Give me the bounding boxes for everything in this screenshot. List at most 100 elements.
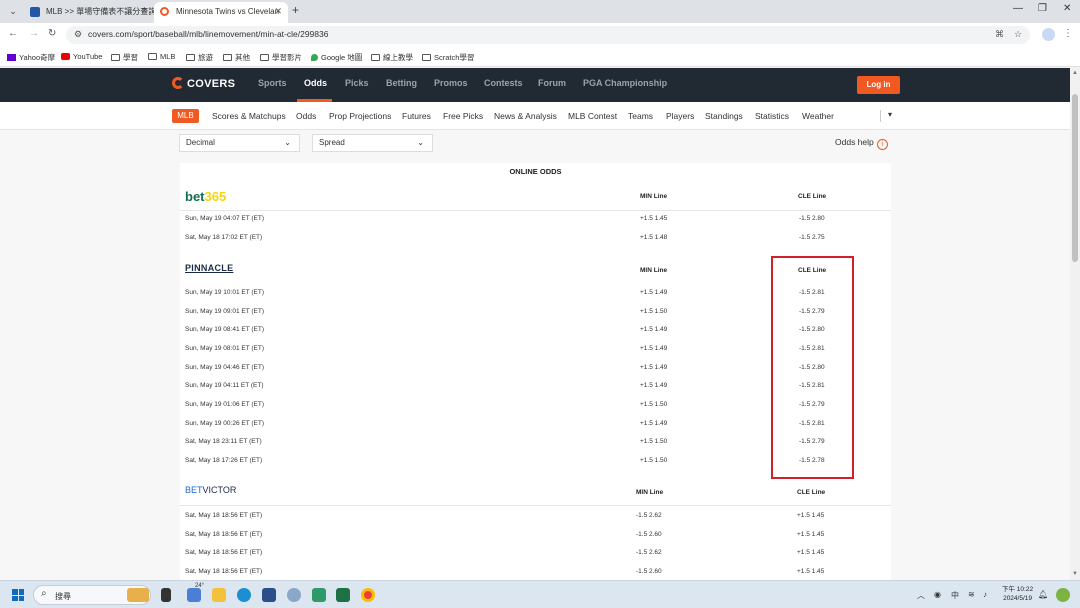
bookmark-folder[interactable]: 學習影片	[260, 52, 302, 63]
bookmark-label: 學習	[123, 53, 138, 62]
new-tab-icon[interactable]: +	[292, 3, 299, 17]
notification-bell-icon[interactable]: 🔔︎	[1038, 590, 1048, 599]
search-highlight-icon[interactable]	[127, 588, 149, 602]
pinnacle-logo[interactable]: PINNACLE	[185, 263, 233, 273]
edge-icon[interactable]	[237, 588, 251, 602]
nav-sports[interactable]: Sports	[258, 78, 287, 88]
copilot-icon[interactable]	[1056, 588, 1070, 602]
subnav-weather[interactable]: Weather	[802, 111, 834, 121]
betvictor-logo[interactable]: BETVICTOR	[185, 485, 236, 495]
subnav-scores-matchups[interactable]: Scores & Matchups	[212, 111, 286, 121]
page-scrollbar[interactable]: ▲ ▼	[1070, 68, 1080, 580]
tab-mlb[interactable]: MLB >> 單場守備表不讓分查詢 ✕	[24, 2, 154, 23]
volume-icon[interactable]: ♪	[983, 590, 987, 599]
file-explorer-icon[interactable]	[212, 588, 226, 602]
bookmark-folder[interactable]: 其他	[223, 52, 250, 63]
subnav-free-picks[interactable]: Free Picks	[443, 111, 483, 121]
min-line-value: -1.5 2.62	[636, 549, 662, 556]
url-text[interactable]: covers.com/sport/baseball/mlb/linemoveme…	[88, 29, 328, 39]
tab-covers[interactable]: Minnesota Twins vs Clevelan ✕	[154, 2, 288, 23]
subnav-odds[interactable]: Odds	[296, 111, 316, 121]
map-pin-icon	[311, 54, 318, 61]
covers-logo[interactable]: COVERS	[172, 77, 235, 90]
minimize-icon[interactable]: —	[1013, 3, 1023, 14]
min-line-value: +1.5 1.49	[640, 345, 668, 352]
scroll-up-icon[interactable]: ▲	[1072, 70, 1078, 76]
app-icon[interactable]	[312, 588, 326, 602]
subnav-mlb[interactable]: MLB	[172, 109, 199, 123]
bookmark-folder[interactable]: 旅遊	[186, 52, 213, 63]
bookmark-folder[interactable]: 線上教學	[371, 52, 413, 63]
profile-avatar[interactable]	[1042, 28, 1055, 41]
windows-start-icon[interactable]	[12, 589, 24, 601]
system-clock[interactable]: 下午 10:22 2024/5/19	[1002, 585, 1033, 603]
bookmark-folder[interactable]: 學習	[111, 52, 138, 63]
market-select[interactable]: Spread ⌄	[312, 134, 433, 152]
translate-icon[interactable]: ⌘	[995, 29, 1004, 40]
bookmark-star-icon[interactable]: ☆	[1014, 29, 1022, 40]
subnav-teams[interactable]: Teams	[628, 111, 653, 121]
ime-indicator[interactable]: 中	[951, 590, 959, 601]
odds-row: Sat, May 18 18:56 ET (ET) -1.5 2.60 +1.5 1…	[180, 527, 891, 546]
chrome-icon[interactable]	[361, 588, 375, 602]
back-icon[interactable]: ←	[8, 28, 18, 39]
bookmark-folder[interactable]: Scratch學習	[422, 52, 474, 63]
widgets-icon[interactable]	[187, 588, 201, 602]
url-bar[interactable]: ⚙ covers.com/sport/baseball/mlb/linemove…	[66, 26, 1030, 44]
cle-line-value: -1.5 2.75	[799, 234, 825, 241]
nav-pga-championship[interactable]: PGA Championship	[583, 78, 667, 88]
tray-app-icon[interactable]: ◉	[934, 590, 941, 599]
task-view-icon[interactable]	[161, 588, 171, 602]
tab-close-icon[interactable]: ✕	[274, 2, 282, 21]
subnav-more-icon[interactable]: ▾	[888, 110, 892, 119]
nav-contests[interactable]: Contests	[484, 78, 523, 88]
bookmark-youtube[interactable]: YouTube	[61, 52, 102, 61]
scroll-down-icon[interactable]: ▼	[1072, 571, 1078, 577]
row-timestamp: Sun, May 19 00:26 ET (ET)	[185, 420, 264, 427]
login-button[interactable]: Log in	[857, 76, 900, 94]
nav-promos[interactable]: Promos	[434, 78, 468, 88]
nav-picks[interactable]: Picks	[345, 78, 369, 88]
yahoo-icon	[7, 54, 16, 61]
format-select[interactable]: Decimal ⌄	[179, 134, 300, 152]
restore-icon[interactable]: ❐	[1038, 3, 1047, 14]
reload-icon[interactable]: ↻	[48, 28, 56, 39]
row-timestamp: Sun, May 19 10:01 ET (ET)	[185, 289, 264, 296]
subnav-futures[interactable]: Futures	[402, 111, 431, 121]
bookmark-google-maps[interactable]: Google 地圖	[311, 52, 362, 63]
excel-icon[interactable]	[336, 588, 350, 602]
min-line-value: +1.5 1.45	[640, 215, 668, 222]
subnav-news-analysis[interactable]: News & Analysis	[494, 111, 557, 121]
site-info-icon[interactable]: ⚙	[74, 29, 82, 40]
browser-tab-strip: ⌄ MLB >> 單場守備表不讓分查詢 ✕ Minnesota Twins vs…	[0, 0, 1080, 23]
store-icon[interactable]	[262, 588, 276, 602]
tab-close-icon[interactable]: ✕	[140, 2, 148, 21]
scrollbar-thumb[interactable]	[1072, 94, 1078, 262]
bookmark-label: Google 地圖	[321, 53, 363, 62]
highlight-box	[771, 256, 854, 479]
subnav-prop-projections[interactable]: Prop Projections	[329, 111, 391, 121]
forward-icon[interactable]: →	[29, 28, 39, 39]
subnav-players[interactable]: Players	[666, 111, 694, 121]
subnav-statistics[interactable]: Statistics	[755, 111, 789, 121]
odds-help-link[interactable]: Odds help i	[835, 137, 888, 150]
bookmark-folder[interactable]: MLB	[148, 52, 175, 61]
nav-odds[interactable]: Odds	[304, 78, 327, 88]
tray-chevron-up-icon[interactable]: ︿	[917, 590, 925, 601]
close-window-icon[interactable]: ✕	[1063, 3, 1071, 14]
app-icon[interactable]	[287, 588, 301, 602]
odds-row: Sat, May 18 18:56 ET (ET) -1.5 2.60 +1.5 1…	[180, 564, 891, 580]
browser-menu-icon[interactable]: ⋮	[1063, 28, 1073, 39]
bookmark-label: 學習影片	[272, 53, 302, 62]
bookmarks-bar: Yahoo奇摩 YouTube 學習 MLB 旅遊 其他 學習影片 Google…	[0, 47, 1080, 67]
windows-taskbar: ⌕ 搜尋 24° ︿ ◉ 中 ≋ ♪ 下午 10:22 2024/5/19 🔔︎	[0, 580, 1080, 608]
subnav-mlb-contest[interactable]: MLB Contest	[568, 111, 617, 121]
nav-betting[interactable]: Betting	[386, 78, 417, 88]
bet365-logo[interactable]: bet365	[185, 189, 226, 204]
folder-icon	[371, 54, 380, 61]
tab-search-icon[interactable]: ⌄	[6, 4, 20, 18]
nav-forum[interactable]: Forum	[538, 78, 566, 88]
wifi-icon[interactable]: ≋	[968, 590, 975, 599]
bookmark-yahoo[interactable]: Yahoo奇摩	[7, 52, 55, 63]
subnav-standings[interactable]: Standings	[705, 111, 743, 121]
